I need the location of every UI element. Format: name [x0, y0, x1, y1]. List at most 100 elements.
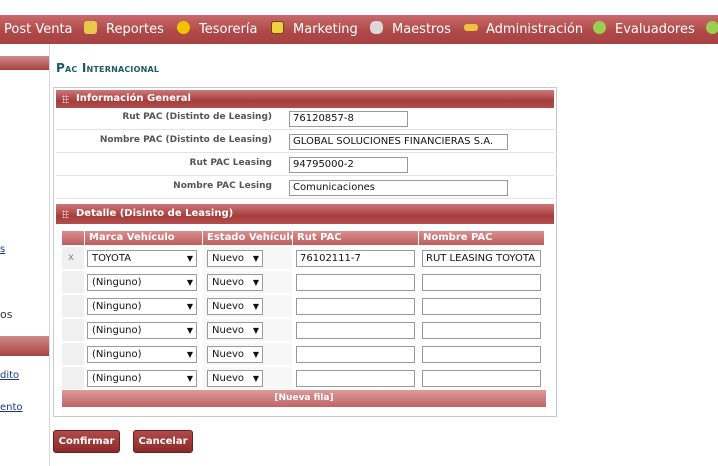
grid-header-rut-pac[interactable]: Rut PAC [293, 231, 418, 245]
delete-row-icon[interactable]: x [68, 252, 74, 263]
marca-select[interactable]: (Ninguno) ▼ [87, 274, 197, 291]
info-section-title: Información General [76, 93, 191, 104]
chevron-down-icon: ▼ [252, 326, 259, 335]
new-row-button[interactable]: [Nueva fila] [62, 390, 546, 407]
label-rut-pac-leasing: Rut PAC Leasing [189, 158, 272, 168]
estado-select[interactable]: Nuevo ▼ [207, 346, 263, 363]
rut-pac-input[interactable] [296, 322, 415, 339]
left-link-dito[interactable]: dito [0, 370, 19, 381]
input-nombre-pac[interactable]: GLOBAL SOLUCIONES FINANCIERAS S.A. [289, 134, 508, 150]
label-nombre-pac-lesing: Nombre PAC Lesing [173, 181, 272, 191]
report-icon [84, 21, 97, 34]
nombre-pac-input[interactable] [422, 346, 541, 363]
marca-value: (Ninguno) [92, 373, 142, 384]
table-row: (Ninguno) ▼ Nuevo ▼ [62, 319, 546, 341]
menu-post-venta[interactable]: Post Venta [4, 15, 73, 44]
chevron-down-icon: ▼ [186, 374, 193, 383]
field-row-rut-pac: Rut PAC (Distinto de Leasing) 76120857-8 [56, 108, 554, 130]
info-section-header: Información General [56, 90, 554, 108]
input-nombre-pac-lesing[interactable]: Comunicaciones [289, 180, 508, 196]
menu-evaluadores[interactable]: Evaluadores [615, 15, 695, 44]
top-menu-bar: Post Venta Reportes Tesorería Marketing … [0, 15, 718, 44]
left-link-s[interactable]: s [0, 244, 5, 255]
marca-select[interactable]: (Ninguno) ▼ [87, 370, 197, 387]
input-rut-pac-leasing[interactable]: 94795000-2 [289, 157, 408, 173]
chevron-down-icon: ▼ [252, 302, 259, 311]
rut-pac-input[interactable] [296, 274, 415, 291]
field-row-rut-pac-leasing: Rut PAC Leasing 94795000-2 [56, 154, 554, 176]
left-divider [49, 44, 50, 466]
grid-header-estado[interactable]: Estado Vehículo [203, 231, 297, 245]
estado-value: Nuevo [212, 349, 245, 360]
table-row: (Ninguno) ▼ Nuevo ▼ [62, 271, 546, 293]
page-title: Pac Internacional [56, 61, 160, 75]
nombre-pac-input[interactable] [422, 298, 541, 315]
nombre-pac-input[interactable] [422, 322, 541, 339]
coin-icon [177, 21, 190, 34]
grip-icon [62, 210, 69, 218]
menu-maestros[interactable]: Maestros [392, 15, 451, 44]
rut-pac-input[interactable] [296, 298, 415, 315]
field-row-nombre-pac: Nombre PAC (Distinto de Leasing) GLOBAL … [56, 131, 554, 153]
field-row-nombre-pac-lesing: Nombre PAC Lesing Comunicaciones [56, 177, 554, 199]
table-row: (Ninguno) ▼ Nuevo ▼ [62, 367, 546, 389]
table-row: x TOYOTA ▼ Nuevo ▼ 76102111-7 RUT LEASING … [62, 247, 546, 269]
chevron-down-icon: ▼ [186, 278, 193, 287]
marca-select[interactable]: (Ninguno) ▼ [87, 346, 197, 363]
estado-value: Nuevo [212, 253, 245, 264]
key-icon [464, 24, 478, 31]
grid-header-nombre-pac[interactable]: Nombre PAC [419, 231, 544, 245]
menu-tesoreria[interactable]: Tesorería [199, 15, 257, 44]
chevron-down-icon: ▼ [252, 350, 259, 359]
rut-pac-input[interactable] [296, 370, 415, 387]
chevron-down-icon: ▼ [186, 326, 193, 335]
estado-value: Nuevo [212, 277, 245, 288]
check-icon [593, 21, 606, 34]
chevron-down-icon: ▼ [252, 278, 259, 287]
left-section-header [0, 56, 49, 70]
estado-select[interactable]: Nuevo ▼ [207, 370, 263, 387]
left-text-os: os [0, 308, 13, 321]
rut-pac-input[interactable] [296, 346, 415, 363]
estado-select[interactable]: Nuevo ▼ [207, 322, 263, 339]
rut-pac-input[interactable]: 76102111-7 [296, 250, 415, 267]
estado-value: Nuevo [212, 301, 245, 312]
estado-select[interactable]: Nuevo ▼ [207, 274, 263, 291]
menu-marketing[interactable]: Marketing [293, 15, 358, 44]
grid-header-marca[interactable]: Marca Vehículo [85, 231, 202, 245]
table-row: (Ninguno) ▼ Nuevo ▼ [62, 343, 546, 365]
monitor-icon [271, 21, 284, 34]
marca-select[interactable]: TOYOTA ▼ [87, 250, 197, 267]
detail-section-header: Detalle (Disinto de Leasing) [56, 204, 554, 224]
chevron-down-icon: ▼ [186, 302, 193, 311]
marca-select[interactable]: (Ninguno) ▼ [87, 322, 197, 339]
nombre-pac-input[interactable] [422, 274, 541, 291]
input-rut-pac[interactable]: 76120857-8 [289, 111, 408, 127]
marca-value: (Ninguno) [92, 349, 142, 360]
chevron-down-icon: ▼ [186, 254, 193, 263]
cancel-button[interactable]: Cancelar [133, 430, 193, 453]
marca-select[interactable]: (Ninguno) ▼ [87, 298, 197, 315]
database-icon [370, 21, 383, 34]
menu-reportes[interactable]: Reportes [106, 15, 164, 44]
estado-value: Nuevo [212, 325, 245, 336]
chevron-down-icon: ▼ [252, 374, 259, 383]
marca-value: (Ninguno) [92, 277, 142, 288]
confirm-button[interactable]: Confirmar [53, 430, 120, 453]
chevron-down-icon: ▼ [186, 350, 193, 359]
nombre-pac-input[interactable] [422, 370, 541, 387]
grip-icon [62, 95, 69, 103]
marca-value: (Ninguno) [92, 301, 142, 312]
label-rut-pac: Rut PAC (Distinto de Leasing) [122, 112, 272, 122]
pac-form-panel: Información General Rut PAC (Distinto de… [53, 87, 557, 417]
grid-header-spacer [62, 231, 84, 245]
estado-value: Nuevo [212, 373, 245, 384]
estado-select[interactable]: Nuevo ▼ [207, 250, 263, 267]
chevron-down-icon: ▼ [252, 254, 259, 263]
menu-administracion[interactable]: Administración [486, 15, 583, 44]
estado-select[interactable]: Nuevo ▼ [207, 298, 263, 315]
detail-section-title: Detalle (Disinto de Leasing) [76, 208, 234, 219]
left-link-ento[interactable]: ento [0, 402, 23, 413]
marca-value: TOYOTA [92, 253, 132, 264]
nombre-pac-input[interactable]: RUT LEASING TOYOTA [422, 250, 541, 267]
